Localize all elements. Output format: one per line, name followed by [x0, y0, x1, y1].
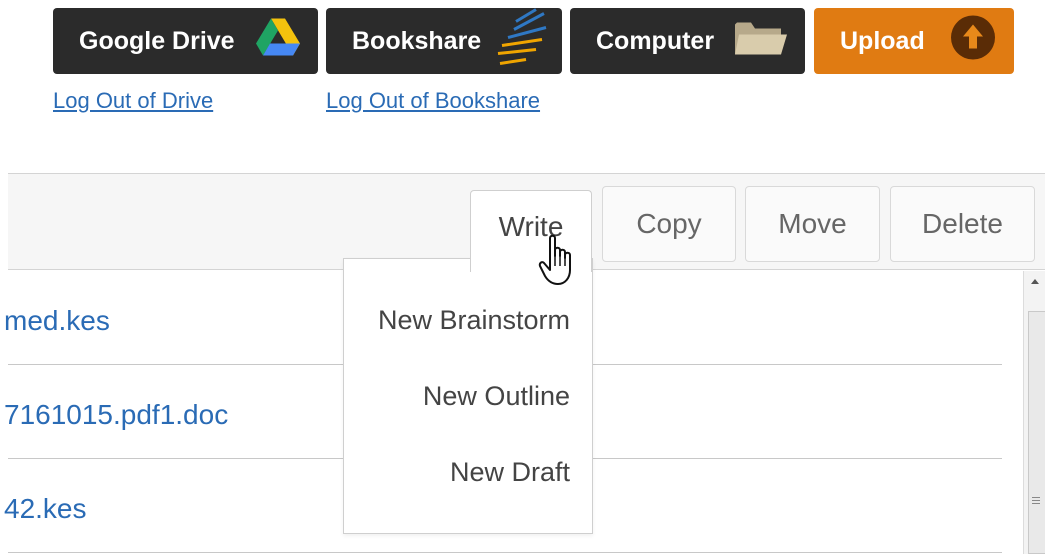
menu-item-new-draft[interactable]: New Draft — [450, 457, 570, 488]
folder-icon — [735, 21, 787, 62]
delete-button[interactable]: Delete — [890, 186, 1035, 262]
file-link[interactable]: 42.kes — [4, 493, 87, 525]
copy-button[interactable]: Copy — [602, 186, 736, 262]
logout-bookshare-link[interactable]: Log Out of Bookshare — [326, 88, 540, 114]
scroll-up-arrow-icon[interactable] — [1031, 279, 1039, 284]
google-drive-button[interactable]: Google Drive — [53, 8, 318, 74]
move-button[interactable]: Move — [745, 186, 880, 262]
computer-label: Computer — [596, 26, 715, 55]
computer-button[interactable]: Computer — [570, 8, 805, 74]
scroll-grip-icon — [1032, 497, 1040, 506]
upload-label: Upload — [840, 26, 925, 55]
bookshare-icon — [496, 8, 552, 75]
google-drive-label: Google Drive — [79, 26, 235, 55]
hand-cursor-icon — [538, 234, 578, 291]
bookshare-label: Bookshare — [352, 26, 482, 55]
scroll-thumb[interactable] — [1028, 311, 1045, 554]
logout-drive-link[interactable]: Log Out of Drive — [53, 88, 213, 114]
google-drive-icon — [256, 18, 300, 64]
upload-button[interactable]: Upload — [814, 8, 1014, 74]
file-link[interactable]: med.kes — [4, 305, 110, 337]
menu-item-new-brainstorm[interactable]: New Brainstorm — [378, 305, 570, 336]
upload-arrow-icon — [950, 15, 996, 68]
menu-item-new-outline[interactable]: New Outline — [423, 381, 570, 412]
bookshare-button[interactable]: Bookshare — [326, 8, 562, 74]
file-link[interactable]: 7161015.pdf1.doc — [4, 399, 228, 431]
file-list-scrollbar[interactable] — [1023, 271, 1045, 554]
write-dropdown-menu: New Brainstorm New Outline New Draft — [343, 258, 593, 534]
